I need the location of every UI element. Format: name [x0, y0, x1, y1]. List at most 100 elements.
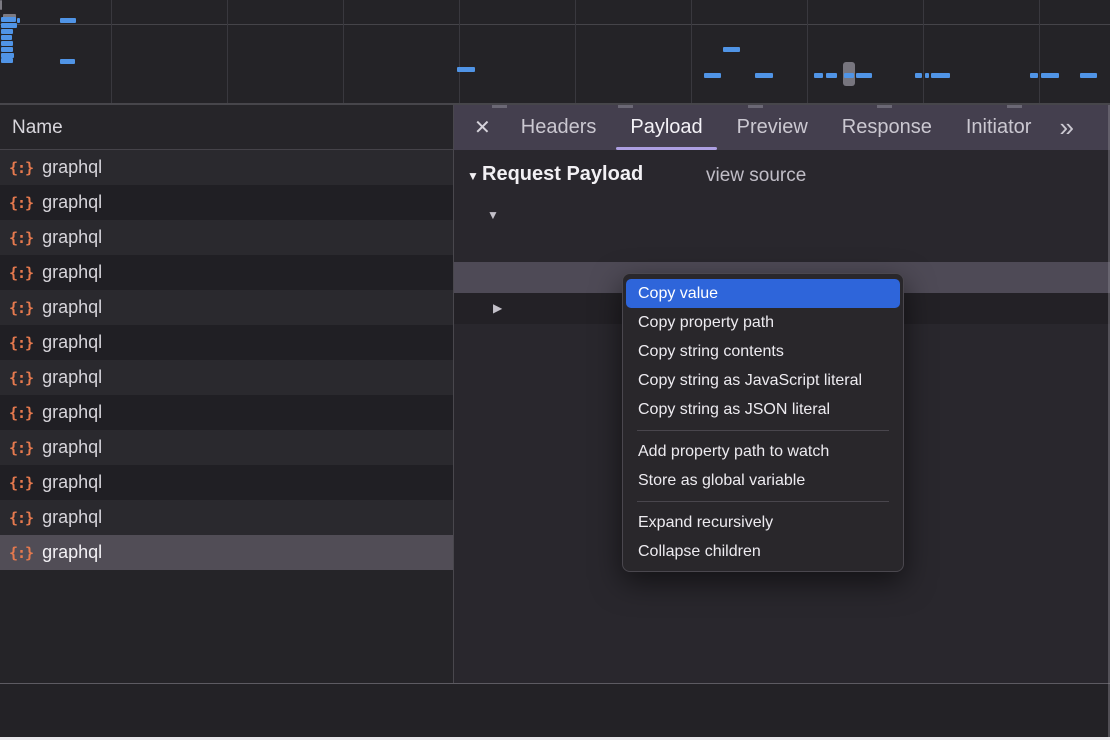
request-row[interactable]: {:}graphql [0, 430, 453, 465]
request-timing-bar [925, 73, 929, 78]
request-timing-bar [1030, 73, 1038, 78]
overview-gridline [343, 0, 344, 103]
request-name: graphql [42, 437, 102, 458]
section-collapse-triangle-icon[interactable]: ▼ [467, 169, 479, 183]
request-row[interactable]: {:}graphql [0, 220, 453, 255]
request-name: graphql [42, 402, 102, 423]
details-tabbar: ✕ Headers Payload Preview Response Initiator… [454, 105, 1110, 150]
json-braces-icon: {:} [9, 544, 33, 562]
request-name: graphql [42, 507, 102, 528]
overview-gridline [227, 0, 228, 103]
json-braces-icon: {:} [9, 299, 33, 317]
overview-gridline [111, 0, 112, 103]
ruler-tick [877, 105, 892, 108]
tab-response[interactable]: Response [842, 105, 932, 150]
request-timing-bar [60, 18, 76, 23]
menu-separator [637, 430, 889, 431]
request-row[interactable]: {:} graphql [0, 535, 453, 570]
request-name: graphql [42, 542, 102, 563]
request-timing-bar [1, 29, 13, 34]
request-name: graphql [42, 472, 102, 493]
request-timing-bar [931, 73, 950, 78]
menu-item-copy-value[interactable]: Copy value [626, 279, 900, 308]
request-timing-bar [1041, 73, 1059, 78]
request-timing-bar [844, 73, 854, 78]
tab-overflow-chevron-icon[interactable]: » [1059, 112, 1073, 143]
json-braces-icon: {:} [9, 159, 33, 177]
context-menu: Copy valueCopy property pathCopy string … [622, 273, 904, 572]
request-name: graphql [42, 332, 102, 353]
ruler-tick [1007, 105, 1022, 108]
tab-headers[interactable]: Headers [521, 105, 597, 150]
json-braces-icon: {:} [9, 369, 33, 387]
ruler-tick [618, 105, 633, 108]
overview-gridline [923, 0, 924, 103]
request-row[interactable]: {:} graphql [0, 500, 453, 535]
request-timing-bar [1, 47, 13, 52]
request-payload-section-header: ▼ Request Payload view source [454, 150, 1110, 200]
request-row[interactable]: {:} graphql [0, 290, 453, 325]
overview-band-divider [0, 24, 1110, 25]
menu-item-copy-string-contents[interactable]: Copy string contents [623, 337, 903, 366]
request-name: graphql [42, 192, 102, 213]
menu-item-add-property-path-to-watch[interactable]: Add property path to watch [623, 437, 903, 466]
json-braces-icon: {:} [9, 194, 33, 212]
menu-item-copy-string-as-javascript-literal[interactable]: Copy string as JavaScript literal [623, 366, 903, 395]
menu-item-copy-string-as-json-literal[interactable]: Copy string as JSON literal [623, 395, 903, 424]
menu-separator [637, 501, 889, 502]
tab-preview[interactable]: Preview [737, 105, 808, 150]
request-timing-bar [826, 73, 837, 78]
request-name: graphql [42, 262, 102, 283]
json-braces-icon: {:} [9, 334, 33, 352]
request-timing-bar [856, 73, 872, 78]
request-row[interactable]: {:} graphql [0, 465, 453, 500]
request-timing-bar [1, 23, 17, 28]
expand-triangle-icon[interactable]: ▶ [493, 293, 502, 324]
request-timing-bar [1080, 73, 1097, 78]
overview-gridline [459, 0, 460, 103]
overview-gridline [691, 0, 692, 103]
request-row[interactable]: {:} graphql [0, 185, 453, 220]
overview-gridline [1039, 0, 1040, 103]
request-timing-bar [1, 35, 12, 40]
view-source-link[interactable]: view source [706, 165, 806, 187]
request-name: graphql [42, 157, 102, 178]
request-timing-bar [0, 0, 2, 10]
request-timing-bar [1, 17, 16, 22]
request-timing-bar [457, 67, 475, 72]
request-list-rows: {:} graphql {:} graphql {:} graphql {:} graphql… [0, 150, 453, 570]
tab-initiator[interactable]: Initiator [966, 105, 1032, 150]
request-row[interactable]: {:} graphql [0, 150, 453, 185]
request-timing-bar [60, 59, 75, 64]
json-braces-icon: {:} [9, 509, 33, 527]
name-column-label: Name [12, 117, 63, 138]
payload-root-row[interactable]: ▼ {operationName: "ipFlowTimeseries", va… [454, 200, 1110, 231]
request-row[interactable]: {:}graphql [0, 395, 453, 430]
request-timing-bar [704, 73, 721, 78]
request-list-name-column-header[interactable]: Name [0, 105, 453, 150]
request-timing-bar [814, 73, 823, 78]
menu-item-store-as-global-variable[interactable]: Store as global variable [623, 466, 903, 495]
close-icon[interactable]: ✕ [474, 115, 491, 140]
network-overview-timeline[interactable] [0, 0, 1110, 105]
tab-payload[interactable]: Payload [630, 105, 702, 150]
menu-item-copy-property-path[interactable]: Copy property path [623, 308, 903, 337]
json-braces-icon: {:} [9, 229, 33, 247]
json-braces-icon: {:} [9, 474, 33, 492]
request-name: graphql [42, 297, 102, 318]
request-timing-bar [723, 47, 740, 52]
menu-item-collapse-children[interactable]: Collapse children [623, 537, 903, 566]
json-braces-icon: {:} [9, 264, 33, 282]
request-row[interactable]: {:} graphql [0, 255, 453, 290]
details-tabs: Headers Payload Preview Response Initiator [521, 105, 1032, 150]
request-row[interactable]: {:}graphql [0, 360, 453, 395]
request-timing-bar [755, 73, 773, 78]
request-timing-bar [1, 41, 13, 46]
section-title: Request Payload [482, 163, 643, 186]
menu-item-expand-recursively[interactable]: Expand recursively [623, 508, 903, 537]
request-row[interactable]: {:} graphql [0, 325, 453, 360]
payload-row-operationName[interactable]: operationName: "ipFlowTimeseries" [454, 231, 1110, 262]
expand-triangle-icon[interactable]: ▼ [487, 200, 499, 231]
ruler-tick [492, 105, 507, 108]
request-timing-bar [915, 73, 922, 78]
